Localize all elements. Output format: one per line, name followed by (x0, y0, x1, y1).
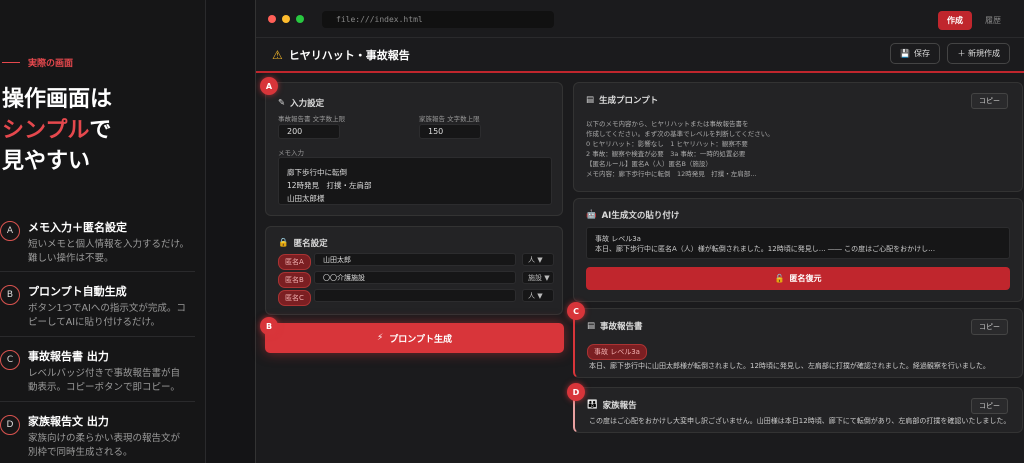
generate-prompt-button[interactable]: ⚡ プロンプト生成 (265, 323, 564, 353)
maximize-dot-icon[interactable] (296, 14, 304, 23)
close-dot-icon[interactable] (268, 14, 276, 23)
copy-report-button[interactable]: コピー (971, 319, 1008, 335)
prompt-card: ▤ 生成プロンプト コピー 以下のメモ内容から、ヒヤリハットまたは事故報告書を 作… (573, 82, 1023, 192)
app-window: file:///index.html 作成 履歴 ⚠ ヒヤリハット・事故報告 💾… (255, 0, 1024, 463)
family-text: この度はご心配をおかけし大変申し訳ございません。山田様は本日12時頃、廊下にて転… (589, 417, 1011, 425)
family-icon: 👪 (587, 400, 598, 410)
divider (0, 336, 195, 337)
prompt-text: 以下のメモ内容から、ヒヤリハットまたは事故報告書を 作成してください。まず次の基… (586, 120, 774, 178)
lock-icon: 🔒 (278, 238, 289, 248)
copy-prompt-button[interactable]: コピー (971, 93, 1008, 109)
new-button[interactable]: ＋ 新規作成 (947, 43, 1010, 64)
report-limit-input[interactable]: 200 (278, 124, 340, 139)
document-icon: ▤ (586, 95, 595, 105)
page-header: ⚠ ヒヤリハット・事故報告 💾 保存 ＋ 新規作成 (256, 38, 1024, 73)
tab-create[interactable]: 作成 (938, 11, 972, 30)
anon-b-input[interactable]: 〇〇介護施設 (314, 271, 516, 284)
family-card: 👪 家族報告 コピー この度はご心配をおかけし大変申し訳ございません。山田様は本日… (573, 387, 1023, 433)
anon-a-type-select[interactable]: 人 ▼ (522, 253, 554, 266)
divider (0, 401, 195, 402)
input-settings-card: ✎ 入力設定 事故報告書 文字数上限 200 家族報告 文字数上限 150 メモ入… (265, 82, 563, 216)
divider (0, 271, 195, 272)
feature-d: D 家族報告文 出力 家族向けの柔らかい表現の報告文が 別枠で同時生成される。 (0, 413, 200, 460)
restore-anon-button[interactable]: 🔓 匿名復元 (586, 267, 1010, 290)
hero-heading: 操作画面は シンプルで 見やすい (2, 87, 113, 174)
copy-family-button[interactable]: コピー (971, 398, 1008, 414)
step-marker-d: D (567, 383, 585, 401)
anon-b-type-select[interactable]: 施設 ▼ (522, 271, 554, 284)
report-text: 本日、廊下歩行中に山田太郎様が転倒されました。12時頃に発見し、左肩部に打撲が確… (589, 362, 990, 370)
warning-icon: ⚠ (272, 47, 283, 62)
disk-icon: 💾 (900, 49, 910, 58)
feature-a: A メモ入力＋匿名設定 短いメモと個人情報を入力するだけ。 難しい操作は不要。 (0, 219, 200, 266)
step-marker-b: B (260, 317, 278, 335)
report-card: ▤ 事故報告書 コピー 事故 レベル3a 本日、廊下歩行中に山田太郎様が転倒されま… (573, 308, 1023, 378)
memo-textarea[interactable]: 廊下歩行中に転倒 12時発見 打撲・左肩部 山田太郎様 (278, 157, 552, 205)
bolt-icon: ⚡ (376, 333, 384, 343)
save-button[interactable]: 💾 保存 (890, 43, 940, 64)
unlock-icon: 🔓 (774, 274, 785, 283)
robot-icon: 🤖 (586, 210, 597, 220)
step-marker-c: C (567, 302, 585, 320)
document-icon: ▤ (587, 321, 596, 331)
pencil-icon: ✎ (278, 98, 286, 108)
level-badge: 事故 レベル3a (587, 344, 647, 360)
anonymize-card: 🔒 匿名設定 匿名A 山田太郎 人 ▼ 匿名B 〇〇介護施設 施設 ▼ 匿名C 人… (265, 226, 563, 315)
anon-c-type-select[interactable]: 人 ▼ (522, 289, 554, 302)
anon-a-input[interactable]: 山田太郎 (314, 253, 516, 266)
feature-c: C 事故報告書 出力 レベルバッジ付きで事故報告書が自 動表示。コピーボタンで即… (0, 348, 200, 395)
url-bar[interactable]: file:///index.html (322, 11, 554, 28)
feature-panel: 実際の画面 操作画面は シンプルで 見やすい A メモ入力＋匿名設定 短いメモと… (0, 0, 206, 463)
minimize-dot-icon[interactable] (282, 14, 290, 23)
anon-c-input[interactable] (314, 289, 516, 302)
paste-textarea[interactable]: 事故 レベル3a 本日、廊下歩行中に匿名A（人）様が転倒されました。12時頃に発… (586, 227, 1010, 259)
page-title: ヒヤリハット・事故報告 (288, 48, 410, 62)
feature-b: B プロンプト自動生成 ボタン1つでAIへの指示文が完成。コ ピーしてAIに貼り… (0, 283, 200, 330)
paste-card: 🤖 AI生成文の貼り付け 事故 レベル3a 本日、廊下歩行中に匿名A（人）様が転倒… (573, 198, 1023, 302)
tab-bar: 作成 履歴 (938, 11, 1010, 30)
tab-history[interactable]: 履歴 (976, 11, 1010, 30)
step-marker-a: A (260, 77, 278, 95)
family-limit-input[interactable]: 150 (419, 124, 481, 139)
title-bar: file:///index.html 作成 履歴 (256, 0, 1024, 38)
section-tag: 実際の画面 (2, 56, 73, 69)
